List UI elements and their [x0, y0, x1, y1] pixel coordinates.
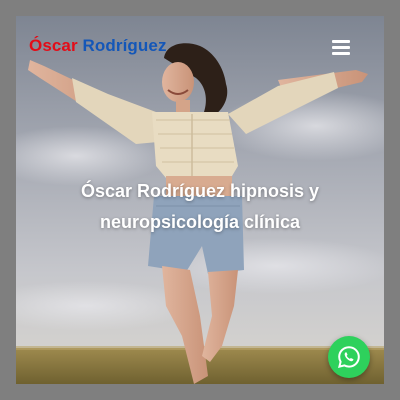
brand-last-name: Rodríguez	[82, 36, 167, 55]
whatsapp-button[interactable]	[328, 336, 370, 378]
brand-first-name: Óscar	[29, 36, 78, 55]
screenshot-frame: Óscar Rodríguez Óscar Rodríguez hipnosis…	[0, 0, 400, 400]
top-navigation-bar: Óscar Rodríguez	[16, 16, 384, 76]
hamburger-menu-icon[interactable]	[328, 37, 354, 59]
menu-line-bottom	[332, 52, 350, 55]
hero-section: Óscar Rodríguez Óscar Rodríguez hipnosis…	[16, 16, 384, 384]
menu-line-middle	[332, 46, 350, 49]
whatsapp-icon	[338, 346, 360, 368]
page-viewport: Óscar Rodríguez Óscar Rodríguez hipnosis…	[16, 16, 384, 384]
menu-line-top	[332, 40, 350, 43]
hero-title: Óscar Rodríguez hipnosis y neuropsicolog…	[80, 181, 320, 232]
site-logo[interactable]: Óscar Rodríguez	[29, 36, 167, 56]
